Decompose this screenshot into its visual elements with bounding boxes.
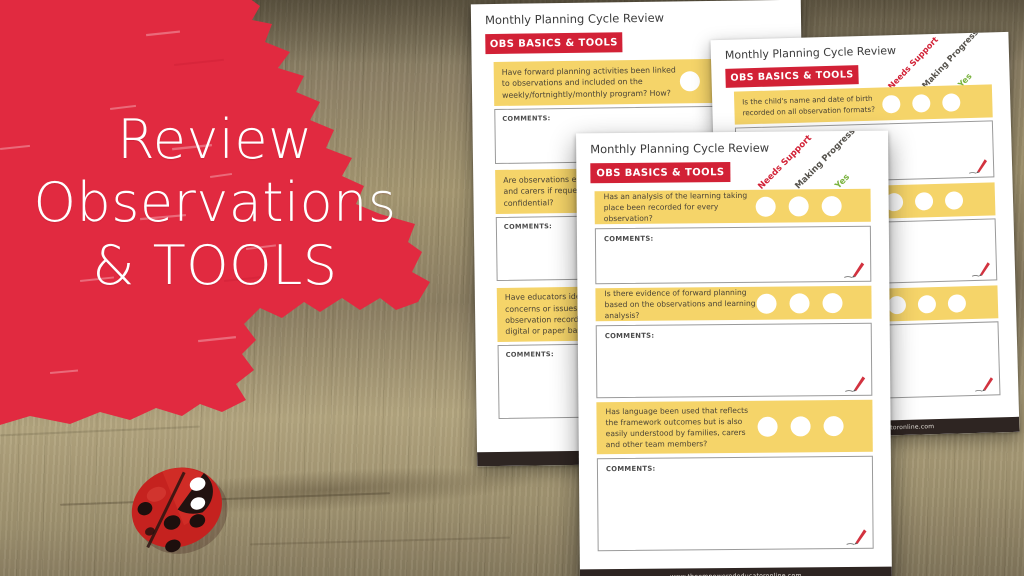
section-pill: OBS BASICS & TOOLS (590, 162, 731, 184)
red-pencil-icon (971, 262, 990, 277)
banner-headline: Review Observations & TOOLS (0, 108, 430, 298)
rating-dot-yes[interactable] (821, 195, 842, 216)
headline-line-3: & TOOLS (92, 234, 338, 298)
rating-dots[interactable] (882, 92, 961, 113)
section-pill: OBS BASICS & TOOLS (725, 65, 859, 88)
section-pill: OBS BASICS & TOOLS (485, 32, 623, 55)
question-row[interactable]: Is the child's name and date of birth re… (733, 84, 993, 125)
question-text: Is the child's name and date of birth re… (742, 93, 876, 117)
rating-dot-needs-support[interactable] (882, 94, 901, 113)
rating-dot-making-progress[interactable] (790, 416, 811, 437)
question-text: Has language been used that reflects the… (605, 405, 749, 450)
front-center-sheet[interactable]: Monthly Planning Cycle Review OBS BASICS… (576, 130, 892, 576)
question-row[interactable]: Has language been used that reflects the… (596, 399, 873, 455)
comments-label: COMMENTS: (603, 234, 654, 244)
rating-dot-yes[interactable] (823, 416, 844, 437)
rating-dots[interactable] (756, 292, 843, 314)
footer-url: www.theempowerededucatoronline.com (670, 571, 802, 576)
page-title: Monthly Planning Cycle Review (590, 140, 770, 157)
question-text: Is there evidence of forward planning ba… (604, 287, 756, 321)
comments-label: COMMENTS: (502, 114, 551, 123)
page-title: Monthly Planning Cycle Review (484, 10, 665, 28)
comments-box[interactable]: COMMENTS: (594, 225, 872, 285)
red-pencil-icon (845, 376, 866, 392)
rating-dots[interactable] (887, 293, 967, 314)
rating-dot-needs-support[interactable] (887, 295, 907, 314)
page-footer: www.theempowerededucatoronline.com (579, 566, 892, 576)
red-pencil-icon (969, 159, 988, 174)
screenshot-stage: Review Observations & TOOLS Monthly Plan… (0, 0, 1024, 576)
rating-dot-yes[interactable] (942, 92, 961, 112)
rating-dot-making-progress[interactable] (788, 195, 809, 217)
rating-dot-needs-support[interactable] (757, 416, 778, 437)
comments-label: COMMENTS: (604, 331, 655, 341)
red-pencil-icon (975, 377, 994, 392)
rating-dot-needs-support[interactable] (756, 293, 777, 314)
comments-box[interactable]: COMMENTS: (596, 455, 874, 552)
rating-dot-yes[interactable] (822, 292, 843, 313)
comments-label: COMMENTS: (505, 350, 554, 359)
rating-dot-making-progress[interactable] (789, 292, 810, 314)
red-pencil-icon (846, 529, 867, 545)
page-title: Monthly Planning Cycle Review (724, 44, 897, 62)
question-text: Has an analysis of the learning taking p… (603, 190, 748, 224)
comments-label: COMMENTS: (605, 464, 656, 474)
red-pencil-icon (844, 262, 865, 278)
question-text: Have forward planning activities been li… (501, 65, 676, 100)
comments-label: COMMENTS: (503, 222, 553, 231)
question-row[interactable]: Is there evidence of forward planning ba… (595, 285, 872, 322)
headline-line-1: Review (117, 108, 313, 171)
rating-dot-needs-support[interactable] (679, 71, 701, 92)
rating-dot-yes[interactable] (947, 293, 967, 313)
headline-line-2: Observations (33, 171, 397, 235)
rating-dot-making-progress[interactable] (914, 191, 934, 211)
rating-dot-making-progress[interactable] (912, 93, 931, 113)
rating-dot-needs-support[interactable] (755, 196, 776, 217)
rating-dots[interactable] (884, 190, 964, 211)
rating-dots[interactable] (757, 416, 844, 437)
rating-dot-yes[interactable] (944, 190, 964, 210)
comments-box[interactable]: COMMENTS: (595, 322, 873, 399)
rating-dots[interactable] (755, 195, 842, 217)
question-row[interactable]: Has an analysis of the learning taking p… (594, 188, 871, 225)
rating-dot-making-progress[interactable] (917, 294, 937, 314)
